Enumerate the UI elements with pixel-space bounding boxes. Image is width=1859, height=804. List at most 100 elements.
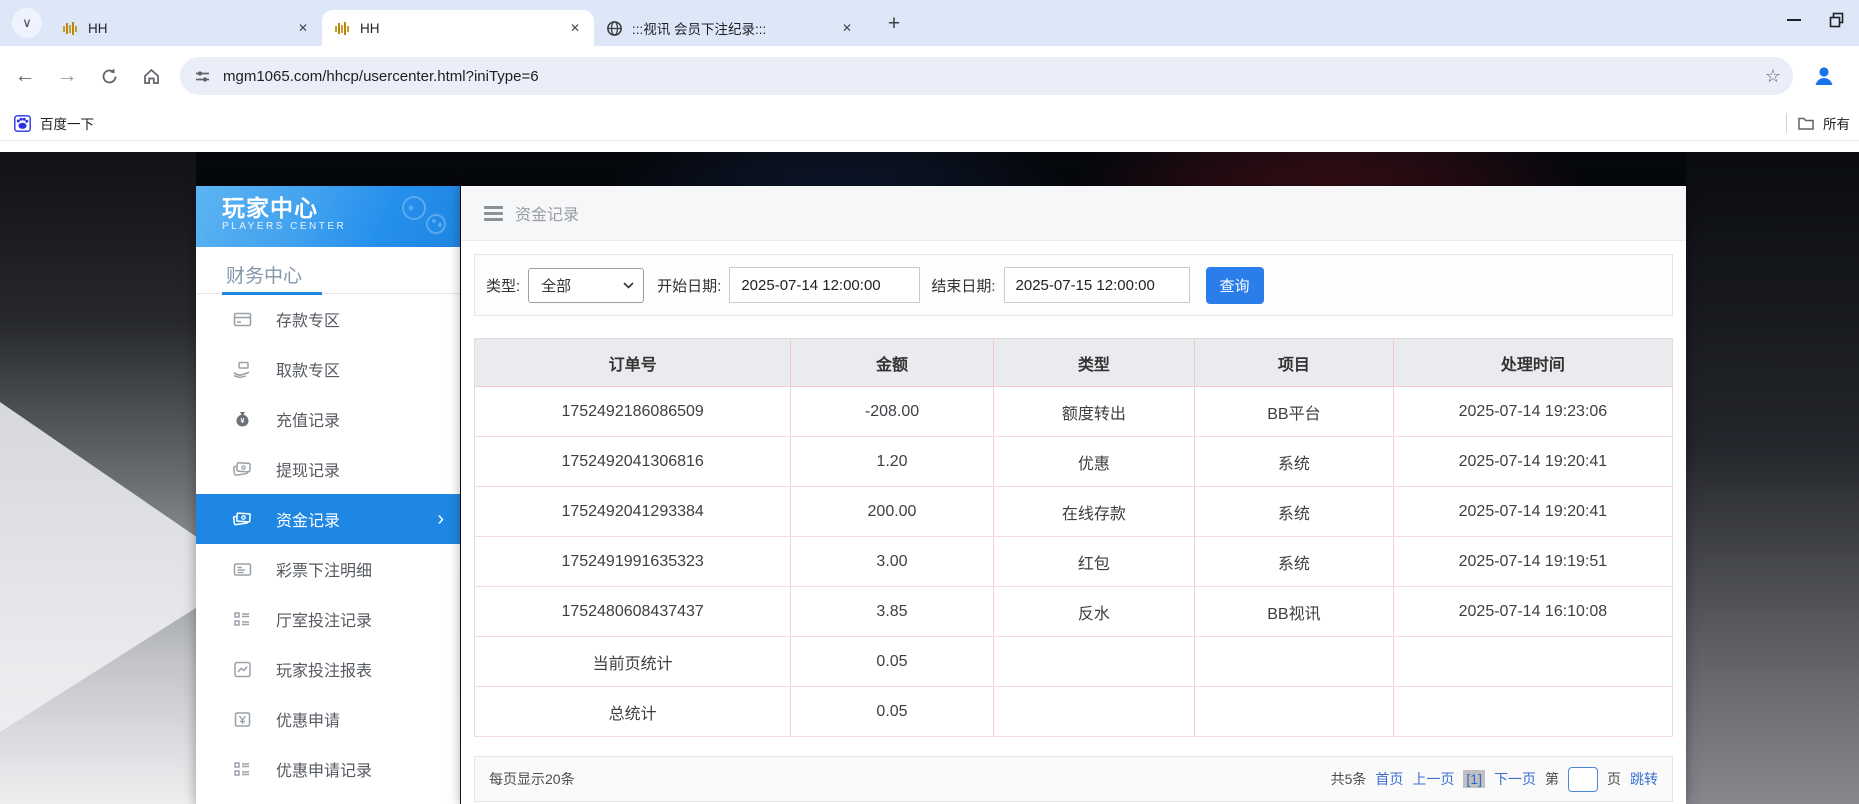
- tab-hh-2-active[interactable]: HH ✕: [322, 10, 594, 46]
- cell-summary-label: 当前页统计: [474, 636, 792, 687]
- bookmark-star-icon[interactable]: ☆: [1765, 66, 1781, 87]
- sidebar-item-player-bet-report[interactable]: 玩家投注报表: [196, 644, 460, 694]
- new-tab-button[interactable]: +: [880, 10, 908, 38]
- jump-link[interactable]: 跳转: [1630, 769, 1658, 789]
- tab-title: HH: [360, 20, 380, 36]
- cell-amount: -208.00: [790, 386, 994, 437]
- tab-search-button[interactable]: ∨: [12, 8, 42, 38]
- sidebar-item-lottery-bet-details[interactable]: 彩票下注明细: [196, 544, 460, 594]
- page-size-text: 每页显示20条: [489, 771, 575, 787]
- restore-button[interactable]: [1829, 12, 1845, 28]
- deposit-card-icon: [232, 309, 252, 329]
- cell-project: BB视讯: [1194, 586, 1394, 637]
- sidebar-item-label: 优惠申请: [276, 713, 341, 730]
- main-panel: 资金记录 类型: 全部 开始日期: 结束日期: 查询: [461, 186, 1686, 804]
- cell-project: 系统: [1194, 536, 1394, 587]
- query-button[interactable]: 查询: [1205, 266, 1264, 304]
- sidebar: 玩家中心 PLAYERS CENTER 财务中心 存款专区 取款专区 ¥ 充值记…: [196, 186, 460, 804]
- total-count: 共5条: [1330, 771, 1367, 787]
- folder-icon: [1797, 114, 1815, 132]
- sidebar-item-hall-bet-record[interactable]: 厅室投注记录: [196, 594, 460, 644]
- reload-icon[interactable]: [92, 59, 126, 93]
- table-row: 1752480608437437 3.85 反水 BB视讯 2025-07-14…: [474, 586, 1673, 637]
- tab-close-icon[interactable]: ✕: [566, 19, 584, 37]
- type-select[interactable]: 全部: [528, 267, 645, 303]
- wallet-cards-icon: [232, 459, 252, 479]
- bookmark-baidu[interactable]: 百度一下: [14, 113, 94, 133]
- chevron-down-icon: [623, 281, 634, 289]
- col-header-type: 类型: [993, 338, 1195, 387]
- sidebar-item-label: 玩家投注报表: [276, 663, 373, 680]
- sidebar-item-withdrawal-record[interactable]: 提现记录: [196, 444, 460, 494]
- sidebar-item-label: 厅室投注记录: [276, 613, 373, 630]
- profile-avatar[interactable]: [1807, 59, 1841, 93]
- site-settings-icon[interactable]: [194, 68, 211, 85]
- cell-order: 1752491991635323: [474, 536, 792, 587]
- prev-page-link[interactable]: 上一页: [1412, 769, 1454, 789]
- tab-title: HH: [88, 20, 108, 36]
- cell-time: 2025-07-14 19:20:41: [1393, 436, 1673, 487]
- address-bar[interactable]: mgm1065.com/hhcp/usercenter.html?iniType…: [180, 57, 1793, 95]
- cell-type: 优惠: [993, 436, 1195, 487]
- minimize-button[interactable]: [1787, 19, 1801, 21]
- back-icon[interactable]: ←: [8, 59, 42, 93]
- tab-video-records[interactable]: :::视讯 会员下注纪录::: ✕: [594, 10, 866, 46]
- goldwave-favicon-icon: [334, 20, 351, 37]
- sidebar-item-label: 彩票下注明细: [276, 563, 373, 580]
- cell-amount: 3.00: [790, 536, 994, 587]
- table-row: 1752492041306816 1.20 优惠 系统 2025-07-14 1…: [474, 436, 1673, 487]
- current-page-indicator: [1]: [1463, 770, 1485, 788]
- grid-list-icon: [232, 759, 252, 779]
- cell-project: BB平台: [1194, 386, 1394, 437]
- col-header-amount: 金额: [790, 338, 994, 387]
- cell-project: 系统: [1194, 436, 1394, 487]
- cell-amount: 1.20: [790, 436, 994, 487]
- summary-row-current-page: 当前页统计 0.05: [474, 636, 1673, 687]
- money-bag-icon: ¥: [232, 409, 252, 429]
- forward-icon[interactable]: →: [50, 59, 84, 93]
- all-bookmarks-button[interactable]: 所有: [1797, 113, 1859, 133]
- chevron-right-icon: ›: [437, 508, 444, 530]
- cell-amount: 200.00: [790, 486, 994, 537]
- cell-empty: [993, 636, 1195, 687]
- sidebar-item-label: 资金记录: [276, 513, 341, 530]
- sidebar-item-promo-apply[interactable]: 优惠申请: [196, 694, 460, 744]
- home-icon[interactable]: [134, 59, 168, 93]
- start-date-input[interactable]: [729, 267, 921, 303]
- bookmarks-separator: [1786, 113, 1787, 133]
- sidebar-item-recharge-record[interactable]: ¥ 充值记录: [196, 394, 460, 444]
- coupon-icon: [232, 709, 252, 729]
- cell-type: 在线存款: [993, 486, 1195, 537]
- next-page-link[interactable]: 下一页: [1494, 769, 1536, 789]
- hamburger-icon[interactable]: [484, 205, 503, 221]
- table-row: 1752492041293384 200.00 在线存款 系统 2025-07-…: [474, 486, 1673, 537]
- baidu-paw-icon: [14, 114, 31, 132]
- cell-summary-amount: 0.05: [790, 636, 994, 687]
- cell-summary-amount: 0.05: [790, 686, 994, 737]
- end-date-label: 结束日期:: [931, 277, 996, 295]
- sidebar-item-withdraw-zone[interactable]: 取款专区: [196, 344, 460, 394]
- svg-text:¥: ¥: [240, 418, 244, 425]
- sidebar-item-promo-apply-record[interactable]: 优惠申请记录: [196, 744, 460, 794]
- tab-close-icon[interactable]: ✕: [294, 19, 312, 37]
- cell-amount: 3.85: [790, 586, 994, 637]
- records-table-wrap: 订单号 金额 类型 项目 处理时间 1752492186086509 -208.…: [474, 338, 1673, 737]
- cell-order: 1752492186086509: [474, 386, 792, 437]
- cell-type: 红包: [993, 536, 1195, 587]
- tab-close-icon[interactable]: ✕: [838, 19, 856, 37]
- table-row: 1752491991635323 3.00 红包 系统 2025-07-14 1…: [474, 536, 1673, 587]
- sidebar-item-deposit-zone[interactable]: 存款专区: [196, 294, 460, 344]
- end-date-input[interactable]: [1003, 267, 1190, 303]
- sidebar-item-label: 取款专区: [276, 363, 341, 380]
- cell-type: 额度转出: [993, 386, 1195, 437]
- sidebar-item-funds-record[interactable]: 资金记录 ›: [196, 494, 460, 544]
- url-text[interactable]: mgm1065.com/hhcp/usercenter.html?iniType…: [223, 68, 1765, 85]
- tab-hh-1[interactable]: HH ✕: [50, 10, 322, 46]
- cell-time: 2025-07-14 19:19:51: [1393, 536, 1673, 587]
- cell-order: 1752492041306816: [474, 436, 792, 487]
- cell-order: 1752480608437437: [474, 586, 792, 637]
- pagination-bar: 每页显示20条 共5条 首页 上一页 [1] 下一页 第 页 跳转: [474, 756, 1673, 802]
- type-select-value: 全部: [541, 277, 572, 295]
- page-jump-input[interactable]: [1568, 766, 1598, 792]
- first-page-link[interactable]: 首页: [1375, 769, 1403, 789]
